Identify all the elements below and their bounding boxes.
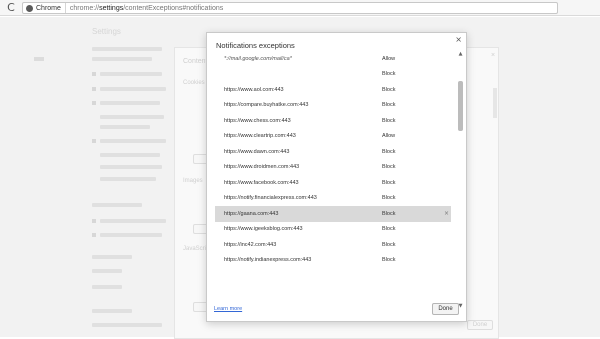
sidebar-placeholder bbox=[34, 57, 44, 61]
address-bar[interactable]: Chrome chrome://settings/contentExceptio… bbox=[22, 2, 558, 14]
exception-behavior[interactable]: Allow bbox=[382, 56, 395, 62]
bg-line bbox=[100, 87, 166, 91]
exception-behavior[interactable]: Block bbox=[382, 211, 395, 217]
exception-row[interactable]: https://www.dawn.com:443 Block bbox=[215, 144, 451, 160]
bg-checkbox bbox=[92, 72, 96, 76]
exception-row[interactable]: https://www.chess.com:443 Block bbox=[215, 113, 451, 129]
remove-exception-icon[interactable]: × bbox=[444, 210, 449, 217]
exception-row[interactable]: https://www.igeeksblog.com:443 Block bbox=[215, 222, 451, 238]
exception-pattern[interactable]: https://gaana.com:443 bbox=[224, 211, 278, 217]
exception-pattern[interactable]: https://notify.financialexpress.com:443 bbox=[224, 195, 317, 201]
exception-pattern[interactable]: https://www.cleartrip.com:443 bbox=[224, 133, 296, 139]
exception-pattern[interactable]: https://www.igeeksblog.com:443 bbox=[224, 226, 303, 232]
exception-row[interactable]: https://www.cleartrip.com:443 Allow bbox=[215, 129, 451, 145]
exception-row[interactable]: *://mail.google.com/mail/ca* Allow bbox=[215, 51, 451, 67]
exception-behavior[interactable]: Block bbox=[382, 180, 395, 186]
exception-row[interactable]: https://compare.buyhatke.com:443 Block bbox=[215, 98, 451, 114]
exception-pattern[interactable]: https://www.dawn.com:443 bbox=[224, 149, 289, 155]
bg-line bbox=[92, 269, 122, 273]
bg-close-icon: × bbox=[491, 52, 496, 59]
bg-done-button: Done bbox=[467, 320, 493, 330]
cookies-section-label: Cookies bbox=[183, 80, 205, 86]
bg-line bbox=[92, 57, 152, 61]
bg-line bbox=[100, 101, 160, 105]
site-chip[interactable]: Chrome bbox=[23, 3, 66, 13]
exception-behavior[interactable]: Block bbox=[382, 71, 395, 77]
settings-heading: Settings bbox=[92, 27, 121, 36]
exception-behavior[interactable]: Block bbox=[382, 149, 395, 155]
exception-behavior[interactable]: Block bbox=[382, 195, 395, 201]
exception-behavior[interactable]: Block bbox=[382, 102, 395, 108]
exception-behavior[interactable]: Block bbox=[382, 226, 395, 232]
bg-checkbox bbox=[92, 139, 96, 143]
browser-toolbar: C Chrome chrome://settings/contentExcept… bbox=[0, 0, 600, 16]
exceptions-list: *://mail.google.com/mail/ca* Allow Block ht… bbox=[215, 49, 451, 311]
exception-pattern[interactable]: https://compare.buyhatke.com:443 bbox=[224, 102, 308, 108]
exception-row[interactable]: https://gaana.com:443 Block × bbox=[215, 206, 451, 222]
exception-row[interactable]: https://inc42.com:443 Block bbox=[215, 237, 451, 253]
exception-pattern[interactable]: https://www.aol.com:443 bbox=[224, 87, 284, 93]
scrollbar-thumb[interactable] bbox=[458, 81, 463, 131]
notifications-exceptions-dialog: Notifications exceptions × *://mail.goog… bbox=[206, 32, 467, 322]
exception-row[interactable]: https://www.aol.com:443 Block bbox=[215, 82, 451, 98]
done-button[interactable]: Done bbox=[432, 303, 459, 315]
bg-line bbox=[100, 165, 162, 169]
exception-behavior[interactable]: Block bbox=[382, 257, 395, 263]
bg-line bbox=[100, 219, 166, 223]
images-section-label: Images bbox=[183, 178, 203, 184]
exception-pattern[interactable]: https://notify.indianexpress.com:443 bbox=[224, 257, 311, 263]
scrollbar[interactable]: ▲ ▼ bbox=[457, 51, 464, 315]
bg-line bbox=[92, 203, 142, 207]
bg-checkbox bbox=[92, 87, 96, 91]
bg-scrollbar bbox=[493, 88, 497, 118]
close-icon[interactable]: × bbox=[455, 36, 462, 44]
exception-pattern[interactable]: https://inc42.com:443 bbox=[224, 242, 276, 248]
bg-checkbox bbox=[92, 101, 96, 105]
exception-pattern[interactable]: *://mail.google.com/mail/ca* bbox=[224, 56, 292, 62]
exception-row[interactable]: https://notify.financialexpress.com:443 B… bbox=[215, 191, 451, 207]
reload-icon[interactable]: C bbox=[4, 1, 18, 15]
exception-pattern[interactable]: https://www.facebook.com:443 bbox=[224, 180, 299, 186]
bg-line bbox=[100, 233, 162, 237]
bg-line bbox=[92, 47, 162, 51]
learn-more-link[interactable]: Learn more bbox=[214, 306, 242, 312]
bg-line bbox=[92, 309, 132, 313]
exception-row[interactable]: https://notify.indianexpress.com:443 Bloc… bbox=[215, 253, 451, 269]
bg-line bbox=[100, 115, 164, 119]
exception-behavior[interactable]: Block bbox=[382, 242, 395, 248]
exception-row[interactable]: https://www.droidmen.com:443 Block bbox=[215, 160, 451, 176]
url-text[interactable]: chrome://settings/contentExceptions#noti… bbox=[66, 5, 223, 12]
chrome-icon bbox=[26, 4, 33, 12]
bg-line bbox=[100, 177, 156, 181]
bg-line bbox=[92, 323, 162, 327]
exception-behavior[interactable]: Block bbox=[382, 118, 395, 124]
exception-row[interactable]: Block bbox=[215, 67, 451, 83]
bg-line bbox=[92, 255, 132, 259]
bg-line bbox=[100, 125, 150, 129]
exception-behavior[interactable]: Block bbox=[382, 87, 395, 93]
exception-pattern[interactable]: https://www.droidmen.com:443 bbox=[224, 164, 299, 170]
exception-pattern[interactable]: https://www.chess.com:443 bbox=[224, 118, 291, 124]
bg-line bbox=[100, 72, 162, 76]
exception-row[interactable]: https://www.facebook.com:443 Block bbox=[215, 175, 451, 191]
bg-line bbox=[100, 153, 160, 157]
bg-checkbox bbox=[92, 219, 96, 223]
exception-behavior[interactable]: Block bbox=[382, 164, 395, 170]
site-chip-label: Chrome bbox=[36, 4, 61, 12]
bg-checkbox bbox=[92, 233, 96, 237]
exception-behavior[interactable]: Allow bbox=[382, 133, 395, 139]
bg-line bbox=[92, 285, 122, 289]
scroll-up-arrow-icon[interactable]: ▲ bbox=[458, 51, 463, 57]
bg-line bbox=[100, 139, 166, 143]
